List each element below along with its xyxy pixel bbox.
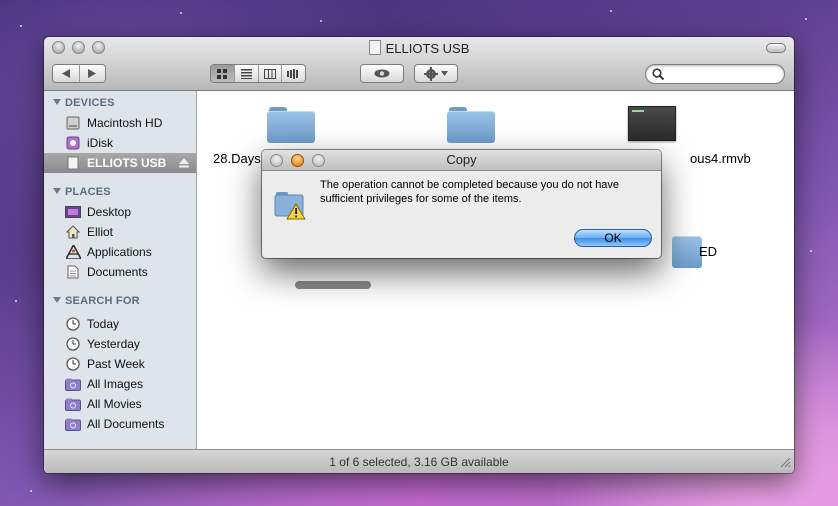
places-header[interactable]: PLACES — [53, 186, 111, 198]
status-bar: 1 of 6 selected, 3.16 GB available — [44, 449, 794, 473]
folder-icon[interactable] — [267, 107, 315, 143]
sidebar-item-yesterday[interactable]: Yesterday — [44, 334, 196, 354]
list-view-button[interactable] — [234, 65, 259, 82]
window-title: ELLIOTS USB — [44, 40, 794, 56]
search-icon — [652, 68, 664, 80]
dialog-title: Copy — [446, 152, 477, 167]
wallpaper-star — [320, 20, 322, 22]
sidebar-item-all-images[interactable]: All Images — [44, 374, 196, 394]
file-name[interactable]: ED — [699, 244, 717, 259]
search-for-header[interactable]: SEARCH FOR — [53, 295, 140, 307]
usb-drive-icon — [65, 156, 81, 170]
forward-button[interactable] — [79, 65, 105, 82]
sidebar-item-past-week[interactable]: Past Week — [44, 354, 196, 374]
toolbar-toggle-button[interactable] — [766, 43, 786, 53]
action-menu-button[interactable] — [414, 64, 458, 83]
quick-look-button[interactable] — [360, 64, 404, 83]
clock-icon — [65, 337, 81, 351]
column-view-button[interactable] — [258, 65, 283, 82]
icon-view-icon — [216, 68, 227, 79]
folder-icon[interactable] — [672, 232, 702, 268]
icon-view-button[interactable] — [211, 65, 235, 82]
eye-icon — [374, 69, 390, 78]
documents-icon — [65, 265, 81, 279]
gear-icon — [424, 66, 438, 81]
sidebar-item-desktop[interactable]: Desktop — [44, 202, 196, 222]
resize-grip-icon[interactable] — [780, 457, 791, 471]
coverflow-view-icon — [287, 68, 299, 79]
file-browser[interactable]: 28.Days. ous4.rmvb ED — [197, 91, 794, 449]
sidebar-item-elliot[interactable]: Elliot — [44, 222, 196, 242]
folder-icon[interactable] — [447, 107, 495, 143]
title-bar[interactable]: ELLIOTS USB — [44, 37, 794, 91]
applications-icon — [65, 245, 81, 259]
column-view-icon — [263, 68, 276, 79]
devices-header[interactable]: DEVICES — [53, 97, 115, 109]
desktop-icon — [65, 205, 81, 219]
forward-arrow-icon — [88, 69, 97, 78]
wallpaper-star — [810, 250, 812, 252]
status-text: 1 of 6 selected, 3.16 GB available — [329, 455, 509, 469]
file-name[interactable]: ous4.rmvb — [690, 151, 751, 166]
smart-folder-icon — [65, 417, 81, 431]
file-name[interactable]: 28.Days. — [213, 151, 264, 166]
sidebar-item-documents[interactable]: Documents — [44, 262, 196, 282]
clock-icon — [65, 357, 81, 371]
chevron-down-icon — [441, 71, 448, 76]
copy-progress-bar — [295, 281, 371, 289]
back-button[interactable] — [53, 65, 80, 82]
hard-drive-icon — [65, 116, 81, 130]
idisk-icon — [65, 136, 81, 150]
dialog-message: The operation cannot be completed becaus… — [320, 179, 620, 205]
ok-button[interactable]: OK — [574, 229, 652, 247]
warning-folder-icon — [274, 186, 306, 220]
wallpaper-star — [180, 12, 182, 14]
sidebar-item-all-documents[interactable]: All Documents — [44, 414, 196, 434]
sidebar-item-macintosh-hd[interactable]: Macintosh HD — [44, 113, 196, 133]
sidebar: DEVICES Macintosh HD iDisk ELLIOTS USB P… — [44, 91, 197, 449]
sidebar-item-today[interactable]: Today — [44, 314, 196, 334]
video-file-icon[interactable] — [628, 106, 676, 141]
back-arrow-icon — [61, 69, 70, 78]
back-forward-control — [52, 64, 106, 83]
sidebar-item-idisk[interactable]: iDisk — [44, 133, 196, 153]
wallpaper-star — [20, 25, 22, 27]
home-icon — [65, 225, 81, 239]
usb-drive-icon — [368, 40, 381, 55]
sidebar-item-elliots-usb[interactable]: ELLIOTS USB — [44, 153, 196, 173]
eject-icon[interactable] — [179, 157, 189, 171]
sidebar-item-applications[interactable]: Applications — [44, 242, 196, 262]
list-view-icon — [240, 68, 252, 79]
sidebar-item-all-movies[interactable]: All Movies — [44, 394, 196, 414]
wallpaper-star — [805, 18, 807, 20]
clock-icon — [65, 317, 81, 331]
wallpaper-star — [15, 300, 17, 302]
smart-folder-icon — [65, 397, 81, 411]
wallpaper-star — [30, 490, 32, 492]
wallpaper-star — [610, 10, 612, 12]
dialog-title-bar[interactable]: Copy — [262, 150, 661, 171]
copy-error-dialog: Copy The operation cannot be completed b… — [262, 150, 661, 258]
coverflow-view-button[interactable] — [282, 65, 305, 82]
view-mode-control — [210, 64, 306, 83]
smart-folder-icon — [65, 377, 81, 391]
search-field[interactable] — [645, 64, 785, 84]
